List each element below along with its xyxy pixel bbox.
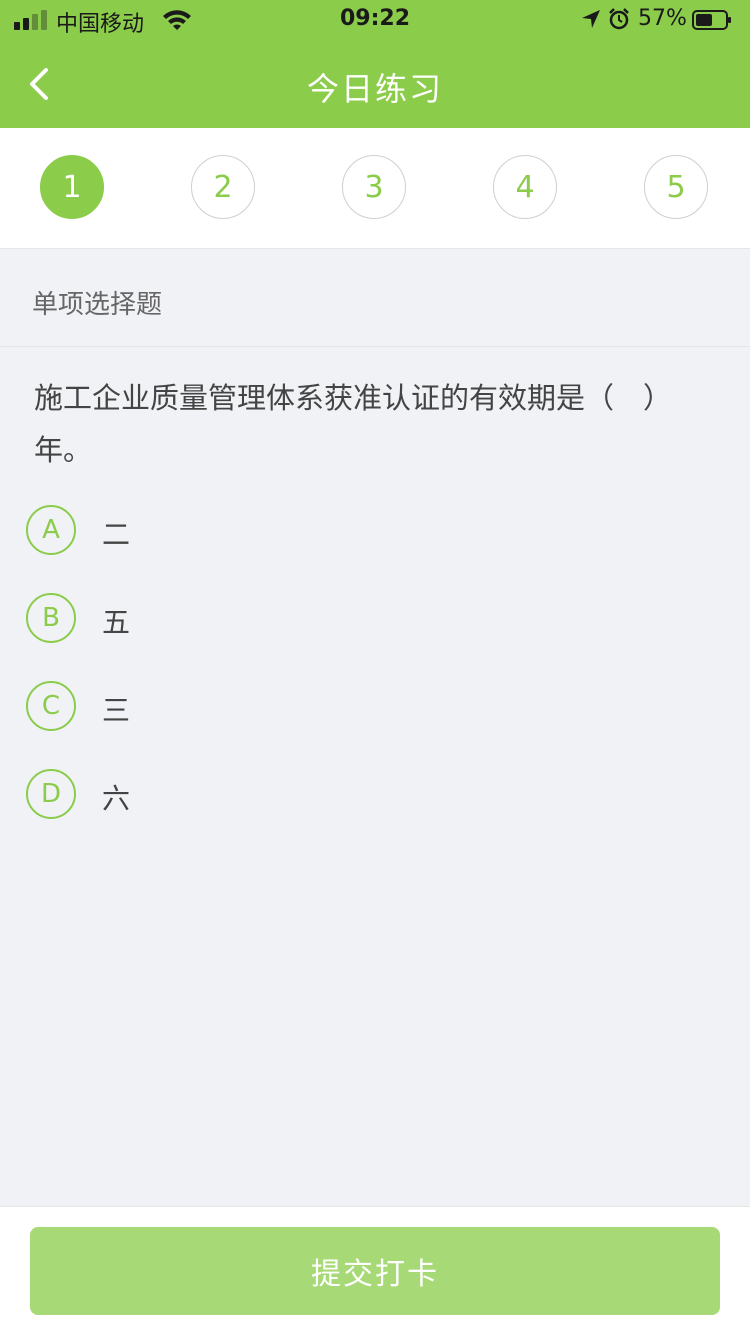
option-text: 二	[102, 518, 131, 551]
bottom-bar: 提交打卡	[0, 1206, 750, 1335]
option-letter-badge: D	[26, 769, 76, 819]
option-a[interactable]: A 二	[26, 505, 426, 557]
question-number-4[interactable]: 4	[493, 155, 557, 219]
battery-percent: 57%	[638, 6, 687, 31]
option-text: 六	[102, 782, 131, 815]
option-b[interactable]: B 五	[26, 593, 426, 645]
question-type-header: 单项选择题	[0, 248, 750, 347]
nav-bar: 今日练习	[0, 40, 750, 128]
option-letter-badge: B	[26, 593, 76, 643]
question-number-3[interactable]: 3	[342, 155, 406, 219]
submit-checkin-button[interactable]: 提交打卡	[30, 1227, 720, 1315]
option-text: 三	[102, 694, 131, 727]
option-text: 五	[102, 606, 131, 639]
alarm-clock-icon	[609, 8, 629, 30]
location-arrow-icon	[582, 10, 600, 28]
option-d[interactable]: D 六	[26, 769, 426, 821]
question-text: 施工企业质量管理体系获准认证的有效期是（ ）年。	[34, 381, 673, 467]
option-letter-badge: A	[26, 505, 76, 555]
option-letter-badge: C	[26, 681, 76, 731]
question-number-5[interactable]: 5	[644, 155, 708, 219]
question-number-nav: 1 2 3 4 5	[0, 128, 750, 249]
question-type-label: 单项选择题	[32, 290, 163, 320]
status-bar: 中国移动 09:22 57%	[0, 0, 750, 40]
option-c[interactable]: C 三	[26, 681, 426, 733]
question-number-1[interactable]: 1	[40, 155, 104, 219]
battery-icon	[692, 10, 731, 30]
page-title: 今日练习	[306, 70, 443, 108]
question-number-2[interactable]: 2	[191, 155, 255, 219]
